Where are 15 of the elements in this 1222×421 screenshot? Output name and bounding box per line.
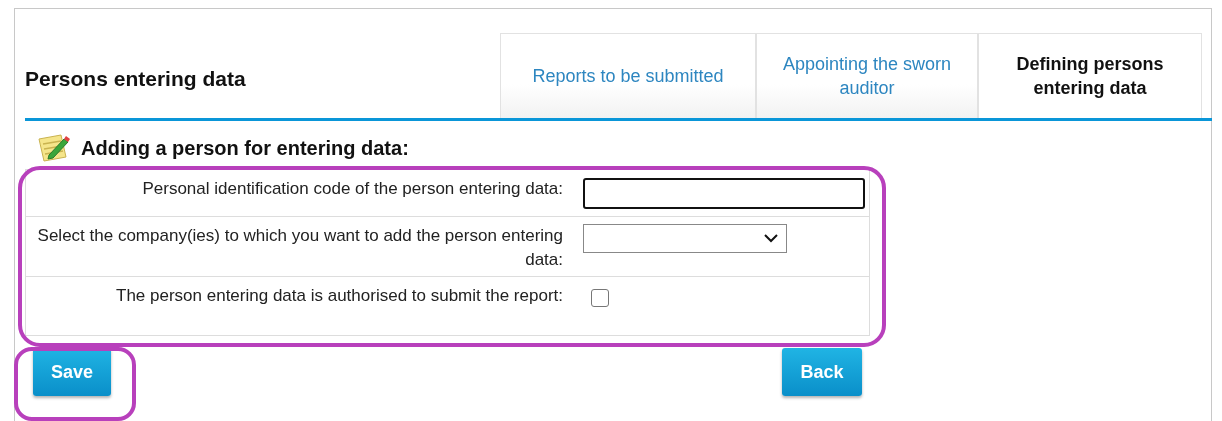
tab[interactable]: Defining persons entering data — [978, 33, 1202, 118]
page-title: Persons entering data — [25, 65, 246, 91]
save-button[interactable]: Save — [33, 348, 111, 396]
section-heading: Adding a person for entering data: — [81, 136, 409, 160]
field-label: Select the company(ies) to which you want to add the person entering data: — [36, 225, 563, 271]
company-dropdown[interactable] — [583, 224, 787, 253]
field-label: Personal identification code of the person entering data: — [141, 178, 563, 200]
notepad-pencil-icon — [37, 133, 71, 163]
back-button[interactable]: Back — [782, 348, 862, 396]
field-label: The person entering data is authorised to submit the report: — [115, 285, 563, 307]
tab[interactable]: Reports to be submitted — [500, 33, 756, 118]
chevron-down-icon — [764, 234, 778, 243]
authorise-checkbox[interactable] — [591, 289, 609, 307]
id-code-input-field[interactable] — [583, 178, 865, 209]
tab[interactable]: Appointing the sworn auditor — [756, 33, 978, 118]
